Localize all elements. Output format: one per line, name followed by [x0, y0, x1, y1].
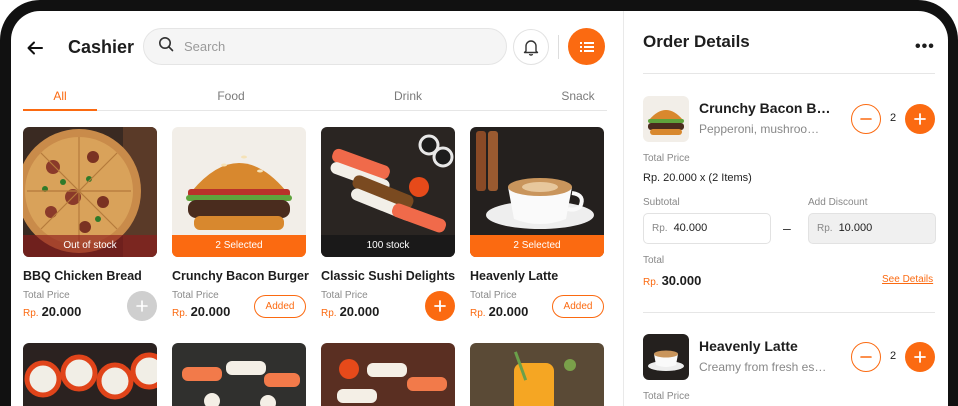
currency: Rp.: [23, 308, 39, 319]
product-name: Classic Sushi Delights: [321, 269, 456, 283]
discount-label: Add Discount: [808, 197, 868, 208]
search-bar[interactable]: [143, 28, 507, 65]
total-label: Total: [643, 255, 665, 266]
plus-icon: [434, 300, 446, 312]
quantity-value: 2: [889, 112, 897, 124]
added-button[interactable]: Added: [254, 295, 306, 318]
tab-food[interactable]: Food: [203, 89, 259, 111]
product-image-pizza: Out of stock: [23, 127, 157, 257]
discount-input[interactable]: Rp. 10.000: [808, 213, 936, 244]
increase-qty-button[interactable]: [905, 104, 935, 134]
order-item-image-latte: [643, 334, 689, 380]
product-image-sushi-platter[interactable]: [321, 343, 455, 406]
quantity-value: 2: [889, 350, 897, 362]
product-image-sushi: 100 stock: [321, 127, 455, 257]
minus-separator: –: [783, 220, 791, 236]
price-label: Total Price: [321, 290, 368, 301]
tab-all[interactable]: All: [23, 89, 97, 111]
plus-icon: [914, 351, 926, 363]
order-item-name: Crunchy Bacon Burger: [699, 100, 834, 116]
order-item-description: Creamy from fresh espresso: [699, 360, 827, 374]
price-label: Total Price: [23, 290, 70, 301]
decrease-qty-button[interactable]: [851, 342, 881, 372]
divider: [558, 35, 559, 59]
selected-badge: 2 Selected: [470, 235, 604, 257]
tab-drink[interactable]: Drink: [378, 89, 438, 111]
product-price: Rp. 20.000: [321, 304, 379, 319]
order-item-name: Heavenly Latte: [699, 338, 798, 354]
minus-icon: [860, 356, 872, 358]
price-label: Total Price: [470, 290, 517, 301]
notification-bell-icon[interactable]: [513, 29, 549, 65]
product-price: Rp. 20.000: [172, 304, 230, 319]
product-image-burger: 2 Selected: [172, 127, 306, 257]
decrease-qty-button[interactable]: [851, 104, 881, 134]
plus-icon: [136, 300, 148, 312]
order-item-image-burger: [643, 96, 689, 142]
product-panel: Cashier All Food Drink Snack: [11, 11, 623, 406]
added-button[interactable]: Added: [552, 295, 604, 318]
product-image-sashimi[interactable]: [172, 343, 306, 406]
product-price: Rp. 20.000: [23, 304, 81, 319]
see-details-link[interactable]: See Details: [882, 274, 933, 285]
currency: Rp.: [643, 277, 659, 288]
product-name: Heavenly Latte: [470, 269, 559, 283]
minus-icon: [860, 118, 872, 120]
plus-icon: [914, 113, 926, 125]
category-tabs: All Food Drink Snack: [23, 89, 607, 111]
currency: Rp.: [817, 223, 833, 234]
discount-value: 10.000: [838, 222, 873, 234]
order-details-panel: Order Details ••• Crunchy Bacon Burger P…: [623, 11, 948, 406]
total-price-value: Rp. 20.000 x (2 Items): [643, 172, 752, 184]
product-image-juice[interactable]: [470, 343, 604, 406]
app-screen: Cashier All Food Drink Snack: [0, 0, 958, 406]
total-price-label: Total Price: [643, 153, 690, 164]
selected-badge: 2 Selected: [172, 235, 306, 257]
price-value: 20.000: [339, 304, 380, 319]
divider: [643, 73, 935, 74]
product-image-sushi-roll[interactable]: [23, 343, 157, 406]
page-title: Cashier: [68, 37, 135, 57]
add-button[interactable]: [425, 291, 455, 321]
subtotal-field[interactable]: Rp. 40.000: [643, 213, 771, 244]
tab-snack[interactable]: Snack: [549, 89, 607, 111]
currency: Rp.: [321, 308, 337, 319]
currency: Rp.: [470, 308, 486, 319]
back-arrow-icon[interactable]: [25, 38, 45, 58]
total-price-label: Total Price: [643, 391, 690, 402]
stock-badge: 100 stock: [321, 235, 455, 257]
subtotal-label: Subtotal: [643, 197, 680, 208]
stock-badge: Out of stock: [23, 235, 157, 257]
product-name: Crunchy Bacon Burger: [172, 269, 309, 283]
product-image-latte: 2 Selected: [470, 127, 604, 257]
more-options-icon[interactable]: •••: [915, 38, 935, 56]
increase-qty-button[interactable]: [905, 342, 935, 372]
product-name: BBQ Chicken Bread: [23, 269, 142, 283]
total-value: 30.000: [661, 273, 702, 288]
price-label: Total Price: [172, 290, 219, 301]
currency: Rp.: [172, 308, 188, 319]
price-value: 20.000: [190, 304, 231, 319]
search-icon: [158, 36, 174, 57]
currency: Rp.: [652, 223, 668, 234]
order-details-title: Order Details: [643, 32, 750, 51]
price-value: 20.000: [41, 304, 82, 319]
order-item-description: Pepperoni, mushrooms, cheese: [699, 122, 827, 136]
top-bar: Cashier: [11, 11, 623, 83]
price-value: 20.000: [488, 304, 529, 319]
subtotal-value: 40.000: [673, 222, 708, 234]
total-amount: Rp. 30.000: [643, 273, 701, 288]
list-menu-icon[interactable]: [568, 28, 605, 65]
product-price: Rp. 20.000: [470, 304, 528, 319]
add-button-disabled[interactable]: [127, 291, 157, 321]
search-input[interactable]: [184, 39, 484, 54]
divider: [643, 312, 935, 313]
